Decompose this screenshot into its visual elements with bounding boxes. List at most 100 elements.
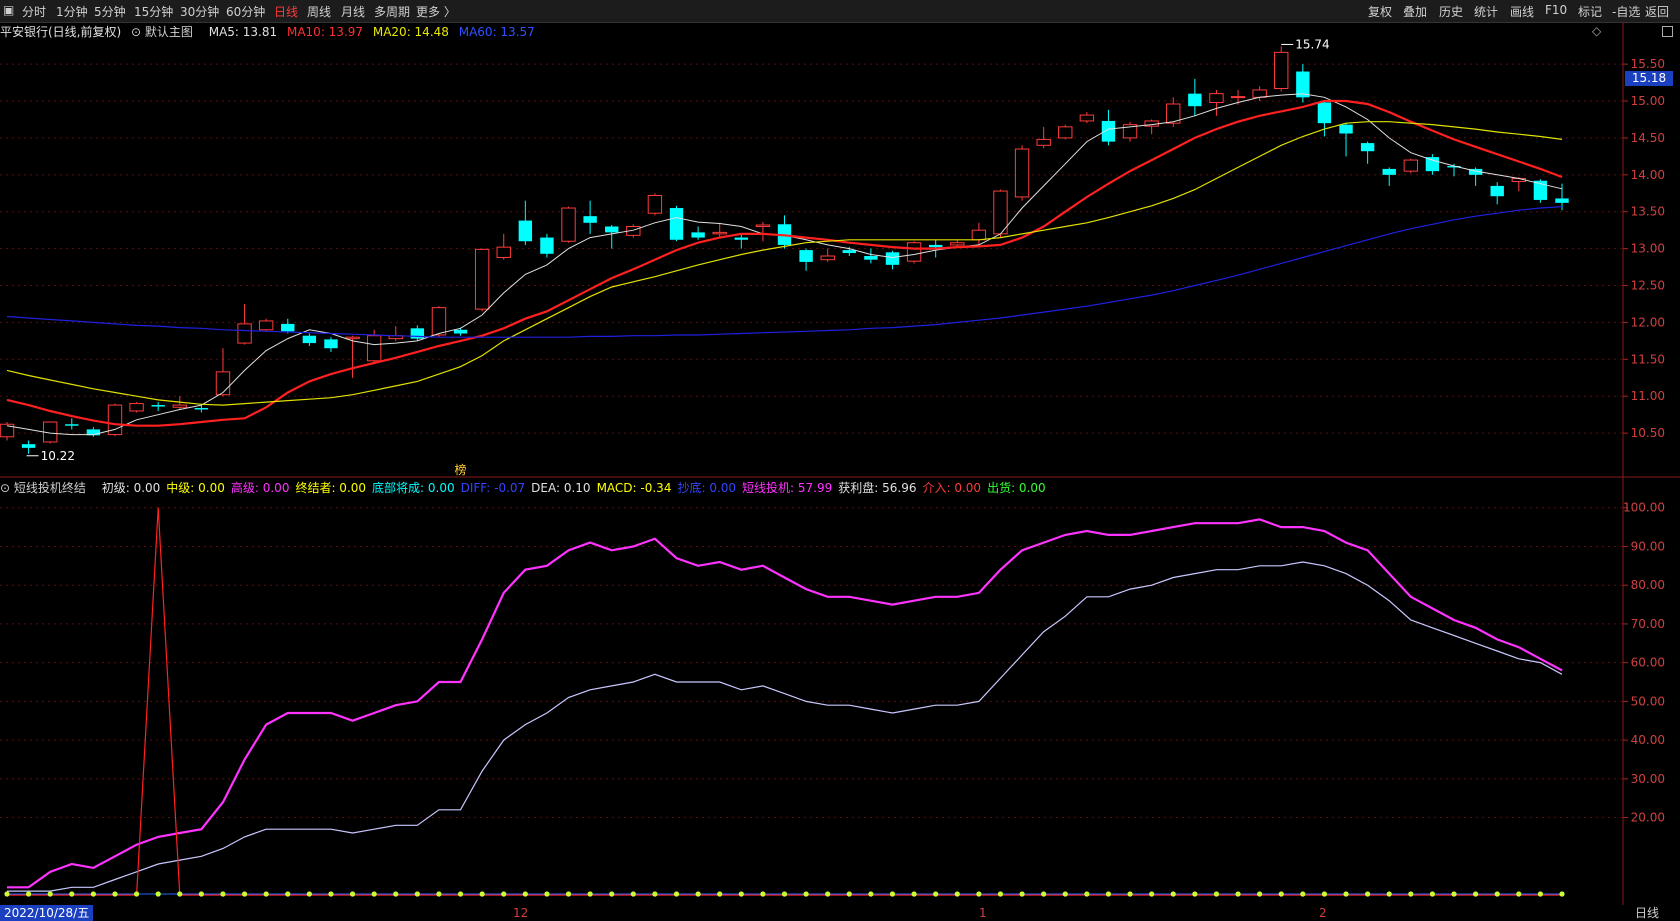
y-tick-label-upper: 11.00 — [1631, 389, 1665, 403]
baseline-dot — [285, 891, 291, 897]
candle-body — [842, 250, 856, 254]
baseline-dot — [4, 891, 10, 897]
baseline-dot — [911, 891, 917, 897]
baseline-dot — [371, 891, 377, 897]
month-label-1: 1 — [979, 906, 987, 920]
candle-body — [302, 335, 317, 344]
candle-up — [0, 422, 15, 441]
candle-body — [258, 320, 274, 331]
candle-body — [734, 237, 749, 240]
period-label: 日线 — [1635, 906, 1660, 920]
baseline-dot — [1170, 891, 1176, 897]
candle-body — [1425, 157, 1440, 172]
candle-body — [453, 329, 468, 334]
baseline-dot — [1386, 891, 1392, 897]
candle-down — [691, 226, 705, 240]
y-tick-label-lower: 60.00 — [1631, 656, 1665, 670]
baseline-dot — [241, 891, 248, 897]
candle-body — [151, 405, 165, 407]
baseline-dot — [479, 891, 485, 897]
baseline-dot — [522, 891, 528, 897]
candle-body — [1230, 96, 1246, 99]
candle-up — [647, 193, 663, 216]
candle-body — [1317, 102, 1332, 124]
high-price-label: 15.74 — [1295, 37, 1329, 51]
candle-up — [1058, 124, 1073, 140]
candle-body — [1555, 198, 1569, 203]
candle-body — [928, 244, 943, 248]
candle-body — [1382, 168, 1396, 175]
candle-body — [799, 250, 813, 262]
candle-down — [21, 440, 36, 454]
candle-body — [712, 231, 727, 235]
candle-body — [691, 232, 705, 238]
candle-down — [324, 337, 338, 352]
candle-body — [194, 408, 209, 410]
baseline-dot — [1408, 891, 1414, 897]
low-price-label: 10.22 — [41, 449, 75, 463]
candle-down — [410, 325, 425, 341]
baseline-dot — [976, 891, 982, 897]
candle-body — [906, 242, 922, 262]
candle-body — [1403, 159, 1419, 172]
candle-up — [1403, 158, 1419, 174]
baseline-dot — [825, 891, 831, 897]
candle-body — [540, 237, 554, 254]
baseline-dot — [997, 891, 1004, 897]
candle-body — [237, 323, 252, 344]
y-tick-label-upper: 13.50 — [1631, 205, 1665, 219]
baseline-dot — [652, 891, 658, 897]
y-tick-label-upper: 12.50 — [1631, 279, 1665, 293]
y-tick-label-lower: 70.00 — [1631, 617, 1665, 631]
signal-marker: 榜 — [455, 462, 467, 477]
baseline-dot — [1105, 891, 1112, 897]
baseline-dot — [1062, 891, 1068, 897]
y-tick-label-lower: 40.00 — [1631, 733, 1665, 747]
baseline-dot — [868, 891, 874, 897]
baseline-dot — [695, 891, 701, 897]
baseline-dot — [1149, 891, 1155, 897]
baseline-dot — [1257, 891, 1263, 897]
baseline-dot — [1278, 891, 1284, 897]
candle-body — [474, 248, 490, 310]
baseline-dot — [954, 891, 960, 897]
candle-down — [1339, 123, 1353, 157]
candle-down — [86, 427, 101, 437]
candle-down — [540, 233, 554, 258]
candle-up — [215, 348, 231, 397]
baseline-dot — [630, 891, 636, 897]
candle-body — [1188, 93, 1202, 107]
candle-down — [734, 233, 749, 249]
baseline-dot — [1494, 891, 1500, 897]
candle-down — [518, 200, 533, 245]
candle-up — [496, 233, 511, 260]
candle-body — [324, 339, 338, 349]
baseline-dot — [781, 891, 788, 897]
baseline-dot — [436, 891, 442, 897]
baseline-dot — [1321, 891, 1328, 897]
baseline-dot — [155, 891, 161, 897]
candle-up — [474, 248, 490, 312]
candle-body — [1360, 143, 1375, 152]
baseline-dot — [803, 891, 809, 897]
candle-body — [669, 208, 684, 240]
y-tick-label-lower: 50.00 — [1631, 694, 1665, 708]
candle-body — [1058, 126, 1073, 139]
candle-up — [1144, 119, 1159, 135]
candle-body — [366, 335, 382, 362]
baseline-dot — [457, 891, 464, 897]
candle-up — [561, 206, 576, 243]
month-label-12: 12 — [513, 906, 529, 920]
candle-up — [1122, 121, 1138, 142]
baseline-dot — [1019, 891, 1025, 897]
candle-down — [605, 225, 619, 249]
candle-down — [1382, 167, 1396, 186]
time-axis — [0, 905, 1680, 921]
candle-down — [1101, 109, 1116, 146]
candle-down — [1360, 141, 1375, 164]
y-tick-label-upper: 15.50 — [1631, 57, 1665, 71]
baseline-dot — [263, 891, 269, 897]
month-label-2: 2 — [1319, 906, 1327, 920]
candle-body — [971, 229, 987, 241]
candle-down — [1296, 64, 1310, 103]
